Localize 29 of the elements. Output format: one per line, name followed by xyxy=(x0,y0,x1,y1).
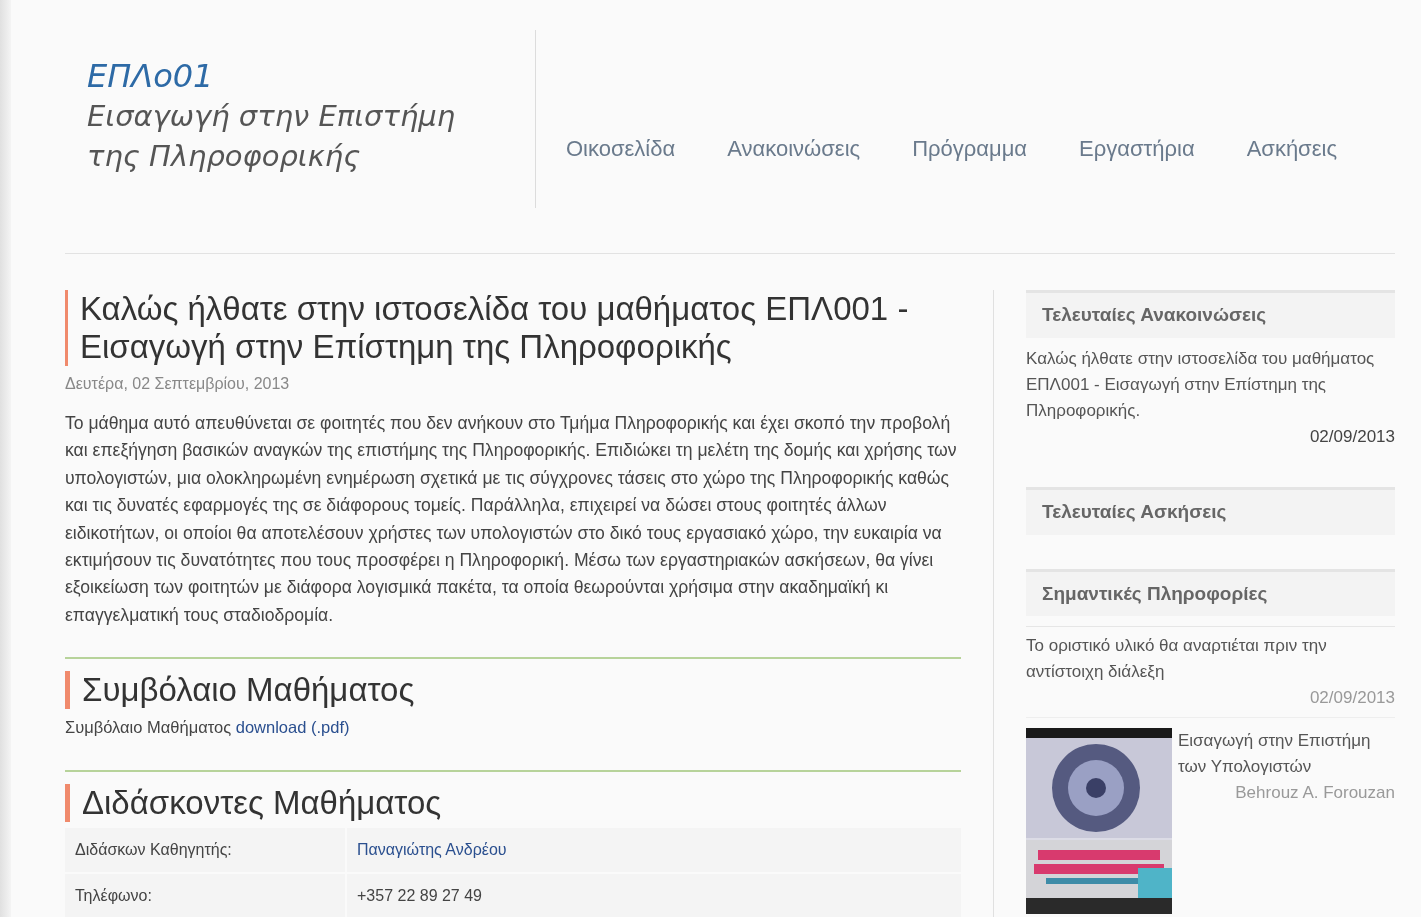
article-body: Το μάθημα αυτό απευθύνεται σε φοιτητές που δεν ανήκουν στο Τμήμα Πληροφορικής και έχει σκοπό την προβολή και επεξήγηση βασικών αναγκών της επιστήμης της Πληροφορικής. Επιδιώκει τη μελέτη της δομής και χρήσης των υπολογιστών, μια ολοκληρωμένη ενημέρωση σχετικά με τις σύγχρονες τάσεις στο χώρο της Πληροφορικής καθώς και τις δυνατές εφαρμογές της σε διάφορους τομείς. Παράλληλα, επιχειρεί να δώσει στους φοιτητές άλλων ειδικοτήτων, οι οποίοι θα αποτελέσουν χρήστες των υπολογιστών στο δικό τους εργασιακό χώρο, την ευκαιρία να εκτιμήσουν τις δυνατότητες που τους προσφέρει η Πληροφορική. Μέσω των εργαστηριακών ασκήσεων, θα γίνει εξοικείωση των φοιτητών με διάφορα λογισμικά πακέτα, τα οποία θεωρούνται χρήσιμα στην ακαδημαϊκή κι επαγγελματική τους σταδιοδρομία. xyxy=(65,412,958,627)
nav-link[interactable]: Εργαστήρια xyxy=(1079,132,1195,165)
accent-bar xyxy=(65,784,70,822)
sidebar-heading: Τελευταίες Ασκήσεις xyxy=(1026,487,1395,535)
info-text: Το οριστικό υλικό θα αναρτιέται πριν την αντίστοιχη διάλεξη xyxy=(1026,635,1328,683)
sidebar-heading: Τελευταίες Ανακοινώσεις xyxy=(1026,290,1395,338)
book-author: Behrouz A. Forouzan xyxy=(1235,781,1395,804)
book-title[interactable]: Εισαγωγή στην Επιστήμη των Υπολογιστών xyxy=(1178,727,1395,780)
info-date: 02/09/2013 xyxy=(1309,687,1395,709)
section-title: Καλώς ήλθατε στην ιστοσελίδα του μαθήματος ΕΠΛ001 - Εισαγωγή στην Επίστημη της Πληροφορικής xyxy=(79,290,910,366)
nav-link[interactable]: Πρόγραμμα xyxy=(912,132,1028,165)
announcement-text[interactable]: Καλώς ήλθατε στην ιστοσελίδα του μαθήματος ΕΠΛ001 - Εισαγωγή στην Επίστημη της Πληροφορικής. xyxy=(1026,345,1395,424)
section-title: Διδάσκοντες Μαθήματος xyxy=(82,784,442,822)
table-cell: Τηλέφωνο: xyxy=(65,874,345,917)
table-cell: +357 22 89 27 49 xyxy=(347,874,961,917)
table-cell: Διδάσκων Καθηγητής: xyxy=(65,828,345,872)
course-code[interactable]: ΕΠΛο01 xyxy=(87,56,535,96)
contract-text: Συμβόλαιο Μαθήματος download (.pdf) xyxy=(65,717,351,739)
course-title[interactable]: Εισαγωγή στην Επιστήμη της Πληροφορικής xyxy=(87,96,507,176)
nav-link[interactable]: Ασκήσεις xyxy=(1246,132,1337,165)
announcement-date: 02/09/2013 xyxy=(1309,425,1395,448)
section-title: Συμβόλαιο Μαθήματος xyxy=(82,671,415,710)
accent-bar xyxy=(65,671,70,710)
nav-link[interactable]: Ανακοινώσεις xyxy=(727,132,861,165)
download-link[interactable]: download (.pdf) xyxy=(235,718,350,737)
nav-link[interactable]: Οικοσελίδα xyxy=(566,132,676,165)
table-cell[interactable]: Παναγιώτης Ανδρέου xyxy=(347,828,961,872)
sidebar-heading: Σημαντικές Πληροφορίες xyxy=(1026,568,1395,616)
article-date: Δευτέρα, 02 Σεπτεμβρίου, 2013 xyxy=(65,374,291,394)
